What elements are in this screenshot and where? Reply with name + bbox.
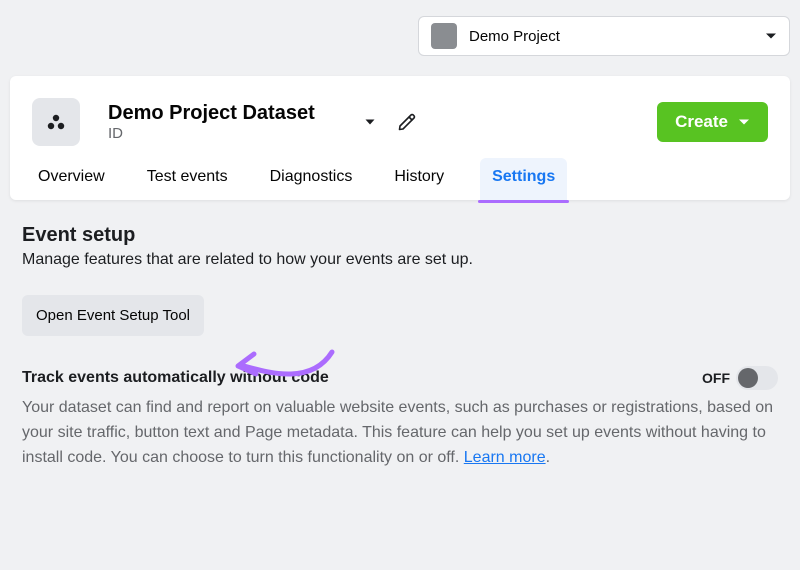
dataset-icon-container [32,98,80,146]
track-events-body-text: Your dataset can find and report on valu… [22,399,773,466]
project-selector-label: Demo Project [469,28,765,45]
tab-history[interactable]: History [388,158,450,200]
dataset-dropdown-icon[interactable] [365,117,375,127]
chevron-down-icon [738,116,750,128]
track-events-toggle[interactable] [736,366,778,390]
dataset-subtitle: ID [108,125,315,142]
project-selector[interactable]: Demo Project [418,16,790,56]
track-events-title: Track events automatically without code [22,369,702,387]
tabs: Overview Test events Diagnostics History… [10,158,790,200]
header-actions [365,112,417,132]
dataset-title: Demo Project Dataset [108,102,315,125]
create-button[interactable]: Create [657,102,768,142]
learn-more-link[interactable]: Learn more [464,449,546,466]
tab-test-events[interactable]: Test events [141,158,234,200]
card-header: Demo Project Dataset ID Create [10,76,790,158]
dataset-icon [45,111,67,133]
tab-diagnostics[interactable]: Diagnostics [264,158,359,200]
period: . [546,449,550,466]
event-setup-description: Manage features that are related to how … [22,251,778,269]
toggle-state-label: OFF [702,370,730,386]
track-events-description: Your dataset can find and report on valu… [22,396,778,470]
edit-icon[interactable] [397,112,417,132]
tab-overview[interactable]: Overview [32,158,111,200]
open-event-setup-tool-button[interactable]: Open Event Setup Tool [22,295,204,336]
dataset-card: Demo Project Dataset ID Create Overview … [10,76,790,200]
event-setup-title: Event setup [22,224,778,247]
project-color-swatch [431,23,457,49]
create-button-label: Create [675,112,728,132]
tab-settings[interactable]: Settings [480,158,567,200]
content: Event setup Manage features that are rel… [0,200,800,470]
chevron-down-icon [765,30,777,42]
track-events-row: Track events automatically without code … [22,366,778,390]
dataset-titles: Demo Project Dataset ID [108,102,315,142]
toggle-knob [738,368,758,388]
